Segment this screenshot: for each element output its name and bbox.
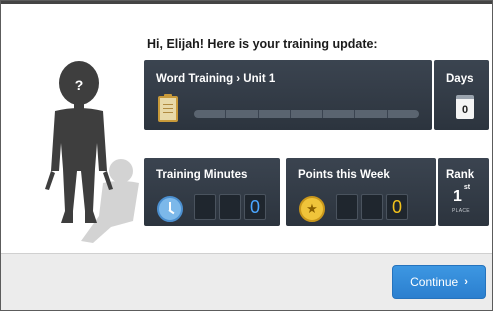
- clipboard-icon: [158, 94, 178, 122]
- days-title: Days: [446, 73, 474, 85]
- rank-suffix: st: [463, 183, 471, 191]
- avatar-silhouette: ?: [45, 61, 139, 243]
- minutes-digit: [194, 194, 216, 220]
- greeting-heading: Hi, Elijah! Here is your training update…: [147, 37, 378, 51]
- days-panel: Days 0: [434, 60, 489, 130]
- points-week-title: Points this Week: [298, 169, 390, 181]
- avatar-question-mark: ?: [75, 77, 84, 93]
- points-digit: 0: [386, 194, 408, 220]
- dialog-footer: Continue ›: [1, 253, 492, 310]
- rank-value: 1st: [453, 183, 471, 205]
- points-week-panel: Points this Week ★ 0: [286, 158, 436, 226]
- word-training-panel: Word Training › Unit 1: [144, 60, 432, 130]
- calendar-icon: 0: [456, 95, 474, 119]
- star-icon: ★: [299, 196, 325, 222]
- word-training-title: Word Training › Unit 1: [156, 73, 276, 85]
- chevron-right-icon: ›: [464, 276, 468, 288]
- word-training-progress-bar: [194, 110, 419, 118]
- continue-label: Continue: [410, 275, 459, 289]
- rank-place-label: PLACE: [452, 208, 470, 214]
- minutes-digit: [219, 194, 241, 220]
- training-minutes-title: Training Minutes: [156, 169, 248, 181]
- training-minutes-counter: 0: [194, 194, 266, 220]
- clock-icon: [157, 196, 183, 222]
- points-digit: [361, 194, 383, 220]
- rank-panel: Rank 1st PLACE: [438, 158, 489, 226]
- points-digit: [336, 194, 358, 220]
- training-update-dialog: ? Hi, Elijah! Here is your training upda…: [0, 0, 493, 311]
- points-week-counter: 0: [336, 194, 408, 220]
- training-minutes-panel: Training Minutes 0: [144, 158, 280, 226]
- rank-title: Rank: [446, 169, 475, 181]
- minutes-digit: 0: [244, 194, 266, 220]
- continue-button[interactable]: Continue ›: [392, 265, 486, 299]
